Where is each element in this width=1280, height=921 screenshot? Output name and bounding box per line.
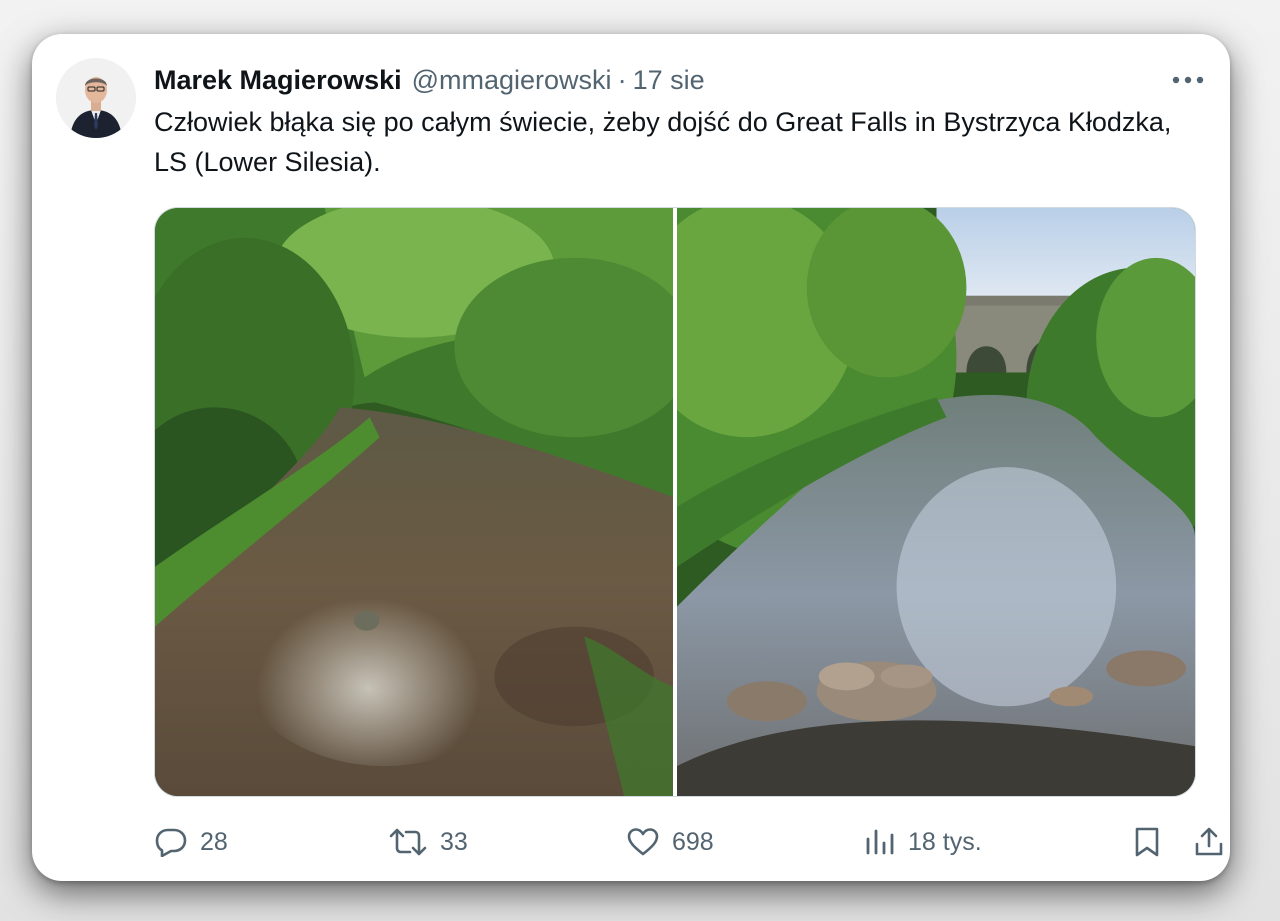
repost-icon [389, 828, 427, 856]
author-name[interactable]: Marek Magierowski [154, 62, 402, 98]
like-count: 698 [672, 827, 714, 856]
tweet-card[interactable]: Marek Magierowski @mmagierowski · 17 sie… [32, 34, 1230, 881]
share-icon [1195, 827, 1223, 856]
tweet-text: Człowiek błąka się po całym świecie, żeb… [154, 107, 1172, 177]
share-button[interactable] [1194, 820, 1224, 864]
header-separator: · [617, 65, 627, 95]
bookmark-button[interactable] [1134, 820, 1160, 864]
tweet-date[interactable]: 17 sie [633, 62, 705, 98]
like-button[interactable]: 698 [626, 820, 714, 864]
river-photo-bridge-icon [677, 208, 1195, 796]
tweet-actions: 28 33 698 18 tys. [154, 820, 1223, 864]
more-dots-icon [1172, 76, 1204, 84]
bookmark-icon [1135, 827, 1159, 857]
photo-river-bridge[interactable] [677, 208, 1195, 796]
repost-count: 33 [440, 827, 468, 856]
tweet-header: Marek Magierowski @mmagierowski · 17 sie [154, 62, 705, 98]
heart-icon [627, 828, 659, 856]
reply-button[interactable]: 28 [154, 820, 228, 864]
author-handle[interactable]: @mmagierowski [412, 62, 612, 98]
repost-button[interactable]: 33 [388, 820, 468, 864]
views-count: 18 tys. [908, 827, 982, 856]
tweet-media [154, 207, 1196, 797]
more-options-button[interactable] [1168, 64, 1208, 96]
views-chart-icon [866, 829, 894, 855]
reply-count: 28 [200, 827, 228, 856]
reply-icon [155, 828, 187, 857]
avatar-portrait-icon [56, 58, 136, 138]
photo-river-forest[interactable] [155, 208, 673, 796]
river-photo-forest-icon [155, 208, 673, 796]
screenshot-stage: Marek Magierowski @mmagierowski · 17 sie… [0, 0, 1280, 921]
avatar[interactable] [56, 58, 136, 138]
views-button[interactable]: 18 tys. [864, 820, 982, 864]
